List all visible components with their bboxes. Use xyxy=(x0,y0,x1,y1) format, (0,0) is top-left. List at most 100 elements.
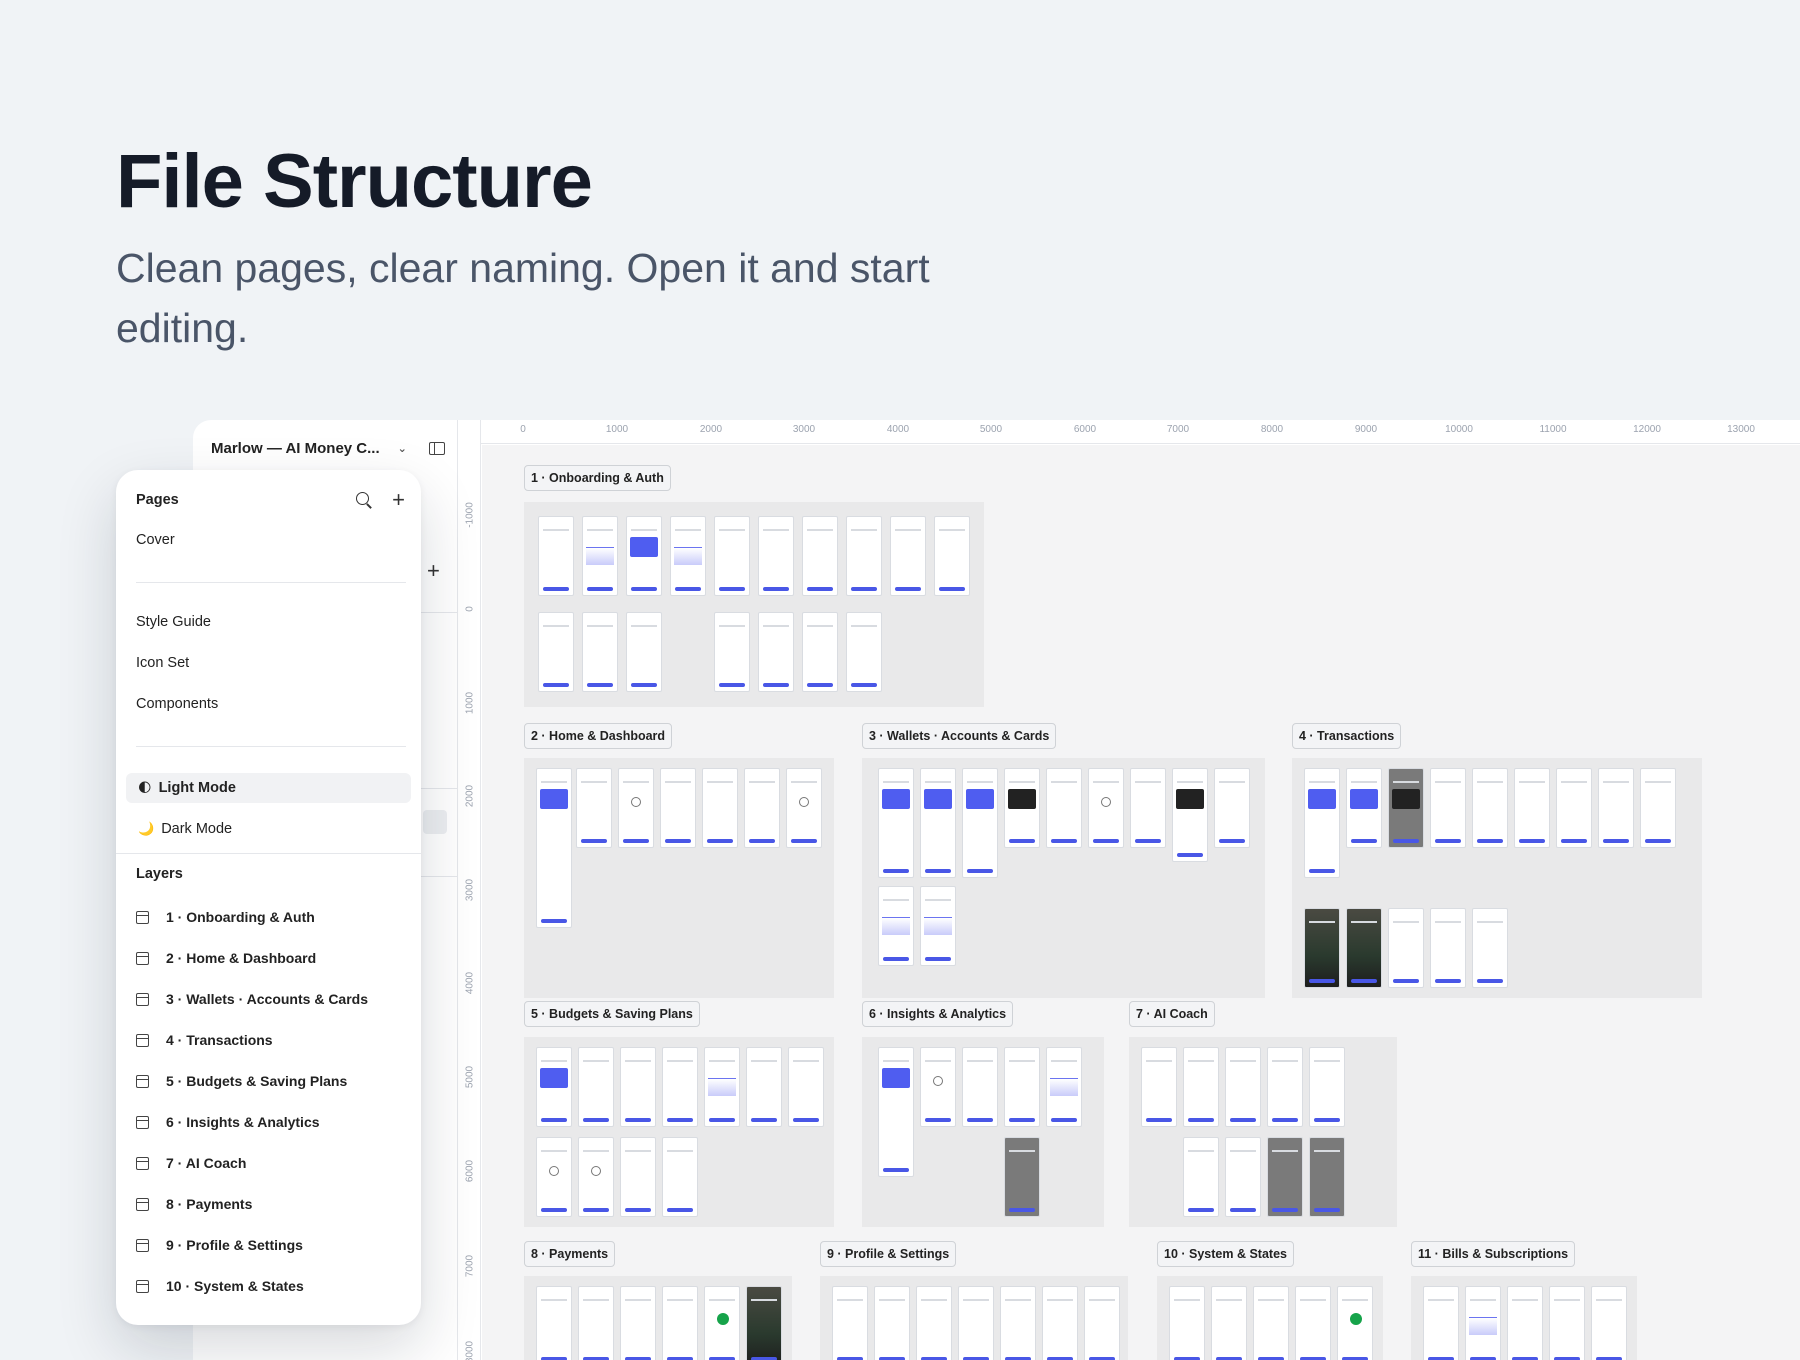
section-home[interactable] xyxy=(524,758,834,998)
design-canvas[interactable]: 1 · Onboarding & Auth 2 · Home & Dashboa… xyxy=(482,445,1800,1360)
page-item-light-mode[interactable]: 🌓 Light Mode xyxy=(126,773,411,803)
frame[interactable] xyxy=(1295,1286,1331,1360)
frame[interactable] xyxy=(538,516,574,596)
page-item-dark-mode[interactable]: 🌙 Dark Mode xyxy=(126,814,411,844)
frame[interactable] xyxy=(660,768,696,848)
frame[interactable] xyxy=(578,1286,614,1360)
layer-item[interactable]: 3 · Wallets · Accounts & Cards xyxy=(136,988,368,1010)
frame[interactable] xyxy=(662,1286,698,1360)
frame[interactable] xyxy=(1640,768,1676,848)
add-icon[interactable]: + xyxy=(427,558,440,584)
frame[interactable] xyxy=(1084,1286,1120,1360)
layer-item[interactable]: 4 · Transactions xyxy=(136,1029,273,1051)
frame[interactable] xyxy=(1141,1047,1177,1127)
section-budgets[interactable] xyxy=(524,1037,834,1227)
frame[interactable] xyxy=(846,516,882,596)
frame[interactable] xyxy=(874,1286,910,1360)
frame[interactable] xyxy=(788,1047,824,1127)
frame[interactable] xyxy=(536,1137,572,1217)
frame[interactable] xyxy=(1388,768,1424,848)
chevron-down-icon[interactable]: ⌄ xyxy=(398,442,407,455)
frame[interactable] xyxy=(1472,768,1508,848)
frame[interactable] xyxy=(744,768,780,848)
section-transactions[interactable] xyxy=(1292,758,1702,998)
layer-item[interactable]: 2 · Home & Dashboard xyxy=(136,947,316,969)
search-icon[interactable] xyxy=(356,492,372,508)
frame[interactable] xyxy=(920,768,956,878)
frame[interactable] xyxy=(890,516,926,596)
frame[interactable] xyxy=(670,516,706,596)
frame[interactable] xyxy=(662,1047,698,1127)
frame[interactable] xyxy=(1088,768,1124,848)
section-label[interactable]: 5 · Budgets & Saving Plans xyxy=(524,1001,700,1027)
frame[interactable] xyxy=(578,1137,614,1217)
layer-item[interactable]: 9 · Profile & Settings xyxy=(136,1234,303,1256)
frame[interactable] xyxy=(1309,1137,1345,1217)
frame[interactable] xyxy=(618,768,654,848)
frame[interactable] xyxy=(578,1047,614,1127)
frame[interactable] xyxy=(802,612,838,692)
layer-item[interactable]: 6 · Insights & Analytics xyxy=(136,1111,320,1133)
section-label[interactable]: 3 · Wallets · Accounts & Cards xyxy=(862,723,1057,749)
frame[interactable] xyxy=(620,1137,656,1217)
section-label[interactable]: 9 · Profile & Settings xyxy=(820,1241,957,1267)
frame[interactable] xyxy=(1549,1286,1585,1360)
frame[interactable] xyxy=(626,516,662,596)
frame[interactable] xyxy=(758,516,794,596)
frame[interactable] xyxy=(958,1286,994,1360)
frame[interactable] xyxy=(1225,1047,1261,1127)
section-label[interactable]: 2 · Home & Dashboard xyxy=(524,723,673,749)
frame[interactable] xyxy=(536,1047,572,1127)
frame[interactable] xyxy=(962,768,998,878)
frame[interactable] xyxy=(1004,768,1040,848)
frame[interactable] xyxy=(1214,768,1250,848)
frame[interactable] xyxy=(1172,768,1208,862)
frame[interactable] xyxy=(1423,1286,1459,1360)
section-payments[interactable] xyxy=(524,1276,792,1360)
frame[interactable] xyxy=(582,516,618,596)
frame[interactable] xyxy=(1514,768,1550,848)
layer-item[interactable]: 5 · Budgets & Saving Plans xyxy=(136,1070,347,1092)
frame[interactable] xyxy=(920,886,956,966)
frame[interactable] xyxy=(702,768,738,848)
frame[interactable] xyxy=(1304,908,1340,988)
section-wallets[interactable] xyxy=(862,758,1265,998)
frame[interactable] xyxy=(878,768,914,878)
frame[interactable] xyxy=(620,1047,656,1127)
frame[interactable] xyxy=(934,516,970,596)
frame[interactable] xyxy=(878,1047,914,1177)
frame[interactable] xyxy=(1430,768,1466,848)
frame[interactable] xyxy=(626,612,662,692)
frame[interactable] xyxy=(832,1286,868,1360)
section-bills[interactable] xyxy=(1411,1276,1637,1360)
frame[interactable] xyxy=(704,1047,740,1127)
frame[interactable] xyxy=(1507,1286,1543,1360)
frame[interactable] xyxy=(920,1047,956,1127)
section-label[interactable]: 6 · Insights & Analytics xyxy=(862,1001,1014,1027)
frame[interactable] xyxy=(1046,768,1082,848)
frame[interactable] xyxy=(536,768,572,928)
frame[interactable] xyxy=(746,1286,782,1360)
frame[interactable] xyxy=(714,612,750,692)
file-menu[interactable]: Marlow — AI Money C... ⌄ xyxy=(193,420,457,476)
frame[interactable] xyxy=(1225,1137,1261,1217)
frame[interactable] xyxy=(704,1286,740,1360)
frame[interactable] xyxy=(1004,1047,1040,1127)
frame[interactable] xyxy=(1472,908,1508,988)
frame[interactable] xyxy=(1130,768,1166,848)
section-label[interactable]: 7 · AI Coach xyxy=(1129,1001,1215,1027)
frame[interactable] xyxy=(620,1286,656,1360)
frame[interactable] xyxy=(1046,1047,1082,1127)
frame[interactable] xyxy=(746,1047,782,1127)
add-page-icon[interactable]: + xyxy=(392,489,405,511)
section-label[interactable]: 10 · System & States xyxy=(1157,1241,1294,1267)
layer-item[interactable]: 10 · System & States xyxy=(136,1275,304,1297)
frame[interactable] xyxy=(536,1286,572,1360)
section-label[interactable]: 8 · Payments xyxy=(524,1241,616,1267)
section-insights[interactable] xyxy=(862,1037,1104,1227)
section-ai-coach[interactable] xyxy=(1129,1037,1397,1227)
frame[interactable] xyxy=(1465,1286,1501,1360)
frame[interactable] xyxy=(1304,768,1340,878)
frame[interactable] xyxy=(1388,908,1424,988)
frame[interactable] xyxy=(1042,1286,1078,1360)
